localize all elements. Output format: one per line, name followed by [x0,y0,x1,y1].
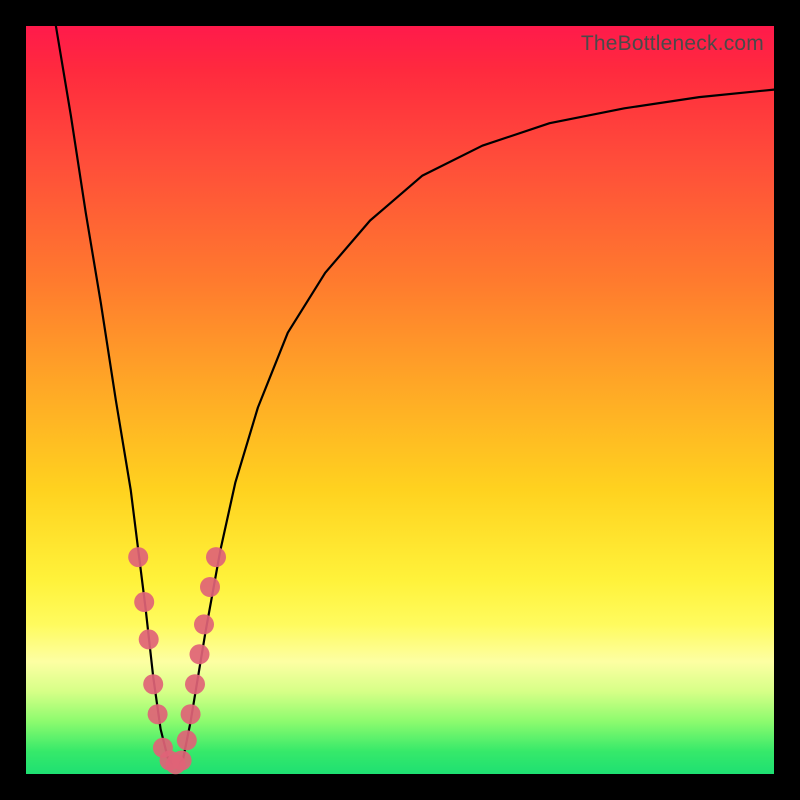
highlight-dot [134,592,154,612]
bottleneck-curve-path [56,26,774,767]
highlight-dot [181,704,201,724]
highlight-dot [139,629,159,649]
curve-layer [26,26,774,774]
highlight-dot [194,614,214,634]
chart-frame: TheBottleneck.com [0,0,800,800]
highlight-dot [206,547,226,567]
highlight-dot [185,674,205,694]
plot-area: TheBottleneck.com [26,26,774,774]
highlight-dot [128,547,148,567]
highlight-dot [177,730,197,750]
highlight-dot [148,704,168,724]
highlight-dot [143,674,163,694]
highlight-dot [172,751,192,771]
highlight-dot [200,577,220,597]
highlight-dot [190,644,210,664]
